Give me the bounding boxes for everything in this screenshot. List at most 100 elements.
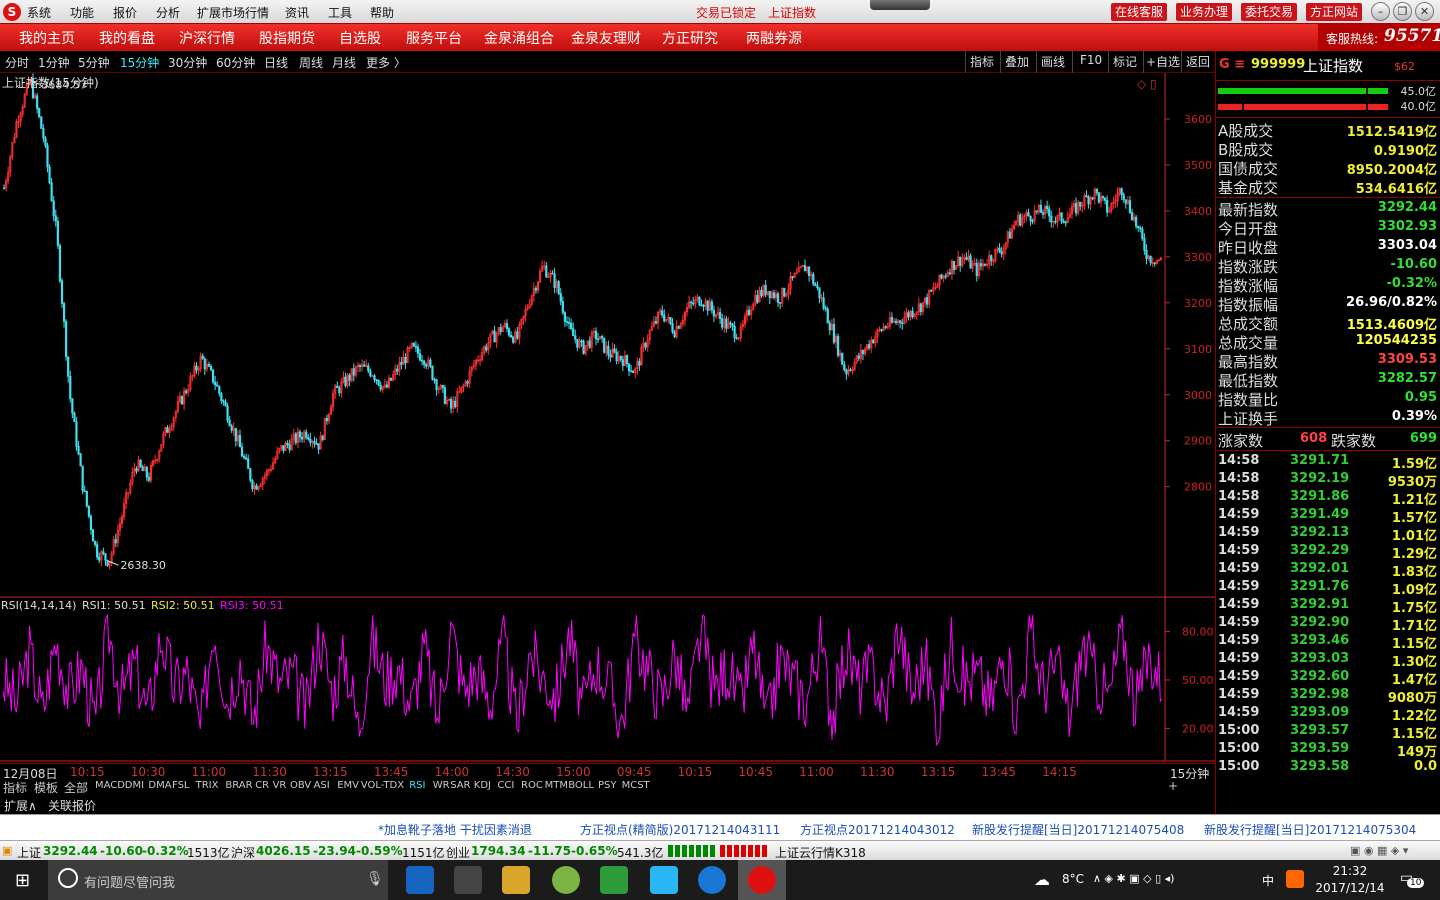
active-app-tab[interactable] — [738, 860, 786, 900]
tool-draw[interactable]: 画线 — [1041, 53, 1065, 70]
store-icon[interactable] — [454, 866, 482, 894]
edge-icon[interactable] — [406, 866, 434, 894]
windows-start-icon[interactable]: ⊞ — [15, 870, 30, 891]
menu-function[interactable]: 功能 — [70, 4, 94, 21]
indicator-tab-psy[interactable]: PSY — [598, 780, 617, 791]
news-item[interactable]: 新股发行提醒[当日]20171214075408 — [972, 821, 1184, 838]
period-daily[interactable]: 日线 — [264, 54, 288, 71]
period-15min[interactable]: 15分钟 — [120, 54, 159, 71]
file-explorer-icon[interactable] — [502, 866, 530, 894]
clock[interactable]: 21:32 2017/12/14 — [1310, 863, 1390, 897]
status-icons[interactable]: ▣ ◉ ▦ ◈ ▾ — [1350, 844, 1408, 857]
news-item[interactable]: 方正视点(精简版)20171214043111 — [580, 821, 780, 838]
indicator-tab-fsl[interactable]: FSL — [172, 780, 190, 791]
indicator-tab-cci[interactable]: CCI — [497, 780, 514, 791]
video-player-icon[interactable] — [650, 866, 678, 894]
candle-body — [1097, 192, 1100, 203]
indicator-tab-emv[interactable]: EMV — [337, 780, 359, 791]
taskbar-search[interactable]: 有问题尽管问我 🎙 — [48, 860, 388, 900]
nav-my-watch[interactable]: 我的看盘 — [99, 28, 155, 48]
website-button[interactable]: 方正网站 — [1306, 3, 1363, 21]
online-service-button[interactable]: 在线客服 — [1111, 3, 1168, 21]
weather-icon[interactable]: ☁ — [1034, 870, 1050, 889]
indicator-tab-roc[interactable]: ROC — [521, 780, 543, 791]
news-item[interactable]: *加息靴子落地 干扰因素消退 — [378, 821, 532, 838]
mic-icon[interactable]: 🎙 — [366, 871, 384, 887]
news-item[interactable]: 新股发行提醒[当日]20171214075304 — [1204, 821, 1416, 838]
indicator-tab-asi[interactable]: ASI — [314, 780, 330, 791]
indicator-tab-macd[interactable]: MACD — [95, 780, 125, 791]
menu-news[interactable]: 资讯 — [285, 4, 309, 21]
indicator-tab-mtm[interactable]: MTM — [545, 780, 568, 791]
tray-icons[interactable]: ∧ ◈ ✱ ▣ ◇ ▯ ◂) — [1093, 872, 1174, 885]
restore-icon[interactable]: ❐ — [1393, 2, 1412, 21]
indicator-lead-tab[interactable]: 指标 — [3, 779, 27, 796]
sogou-icon[interactable] — [1286, 870, 1304, 888]
drag-handle[interactable] — [870, 0, 930, 10]
indicator-tab-trix[interactable]: TRIX — [196, 780, 219, 791]
period-60min[interactable]: 60分钟 — [216, 54, 255, 71]
menu-extended-market[interactable]: 扩展市场行情 — [197, 4, 269, 21]
period-monthly[interactable]: 月线 — [332, 54, 356, 71]
menu-tools[interactable]: 工具 — [328, 4, 352, 21]
nav-margin[interactable]: 两融券源 — [746, 28, 802, 48]
indicator-lead-tab[interactable]: 模板 — [34, 779, 58, 796]
trade-button[interactable]: 委托交易 — [1241, 3, 1298, 21]
indicator-tab-boll[interactable]: BOLL — [568, 780, 594, 791]
tool-indicator[interactable]: 指标 — [970, 53, 994, 70]
indicator-tab-sar[interactable]: SAR — [450, 780, 470, 791]
period-intraday[interactable]: 分时 — [5, 54, 29, 71]
chart-expand-icon[interactable]: ◇ ▯ — [1137, 77, 1157, 91]
menu-analysis[interactable]: 分析 — [156, 4, 180, 21]
indicator-tab-cr[interactable]: CR — [255, 780, 269, 791]
tool-overlay[interactable]: 叠加 — [1005, 53, 1029, 70]
indicator-tab-wr[interactable]: WR — [433, 780, 450, 791]
indicator-tab-kdj[interactable]: KDJ — [474, 780, 491, 791]
browser-icon[interactable] — [552, 866, 580, 894]
menu-help[interactable]: 帮助 — [370, 4, 394, 21]
ie-icon[interactable] — [698, 866, 726, 894]
period-weekly[interactable]: 周线 — [299, 54, 323, 71]
nav-watchlist[interactable]: 自选股 — [339, 28, 381, 48]
tool-add-watch[interactable]: +自选 — [1146, 53, 1180, 70]
expand-tab[interactable]: 扩展∧ — [4, 797, 37, 814]
kline-chart[interactable]: 2800 2900 3000 3100 3200 3300 3400 3500 3600 20.0… — [0, 73, 1215, 763]
related-quote-tab[interactable]: 关联报价 — [48, 797, 96, 814]
indicator-tab-vol-tdx[interactable]: VOL-TDX — [361, 780, 404, 791]
indicator-tab-vr[interactable]: VR — [273, 780, 287, 791]
nav-market[interactable]: 沪深行情 — [179, 28, 235, 48]
nav-my-home[interactable]: 我的主页 — [19, 28, 75, 48]
nav-service[interactable]: 服务平台 — [406, 28, 462, 48]
indicator-tab-dma[interactable]: DMA — [148, 780, 171, 791]
tool-back[interactable]: 返回 — [1186, 53, 1210, 70]
period-5min[interactable]: 5分钟 — [78, 54, 110, 71]
indicator-tab-obv[interactable]: OBV — [290, 780, 311, 791]
tool-f10[interactable]: F10 — [1080, 53, 1102, 67]
period-1min[interactable]: 1分钟 — [38, 54, 70, 71]
minimize-icon[interactable]: – — [1371, 2, 1390, 21]
add-indicator-icon[interactable]: + — [1168, 779, 1178, 793]
nav-futures[interactable]: 股指期货 — [259, 28, 315, 48]
close-icon[interactable]: ✕ — [1415, 2, 1434, 21]
business-button[interactable]: 业务办理 — [1176, 3, 1233, 21]
nav-finance[interactable]: 金泉友理财 — [571, 28, 641, 48]
period-more[interactable]: 更多 〉 — [366, 54, 406, 71]
indicator-tab-dmi[interactable]: DMI — [125, 780, 144, 791]
period-30min[interactable]: 30分钟 — [168, 54, 207, 71]
nav-portfolio[interactable]: 金泉涌组合 — [484, 28, 554, 48]
tick-price: 3293.03 — [1290, 651, 1350, 666]
panel-code-prefix[interactable]: G ≡ — [1219, 57, 1245, 72]
cloud-quote-label[interactable]: 上证云行情K318 — [775, 844, 866, 861]
nav-research[interactable]: 方正研究 — [662, 28, 718, 48]
indicator-lead-tab[interactable]: 全部 — [64, 779, 88, 796]
tool-mark[interactable]: 标记 — [1113, 53, 1137, 70]
ime-indicator[interactable]: 中 — [1262, 872, 1274, 889]
app-green-icon[interactable] — [600, 866, 628, 894]
indicator-tab-rsi[interactable]: RSI — [409, 780, 425, 791]
chart-canvas[interactable]: 2800 2900 3000 3100 3200 3300 3400 3500 3600 20.0… — [0, 73, 1215, 763]
indicator-tab-brar[interactable]: BRAR — [225, 780, 252, 791]
menu-system[interactable]: 系统 — [27, 4, 51, 21]
indicator-tab-mcst[interactable]: MCST — [622, 780, 650, 791]
news-item[interactable]: 方正视点20171214043012 — [800, 821, 955, 838]
menu-quote[interactable]: 报价 — [113, 4, 137, 21]
